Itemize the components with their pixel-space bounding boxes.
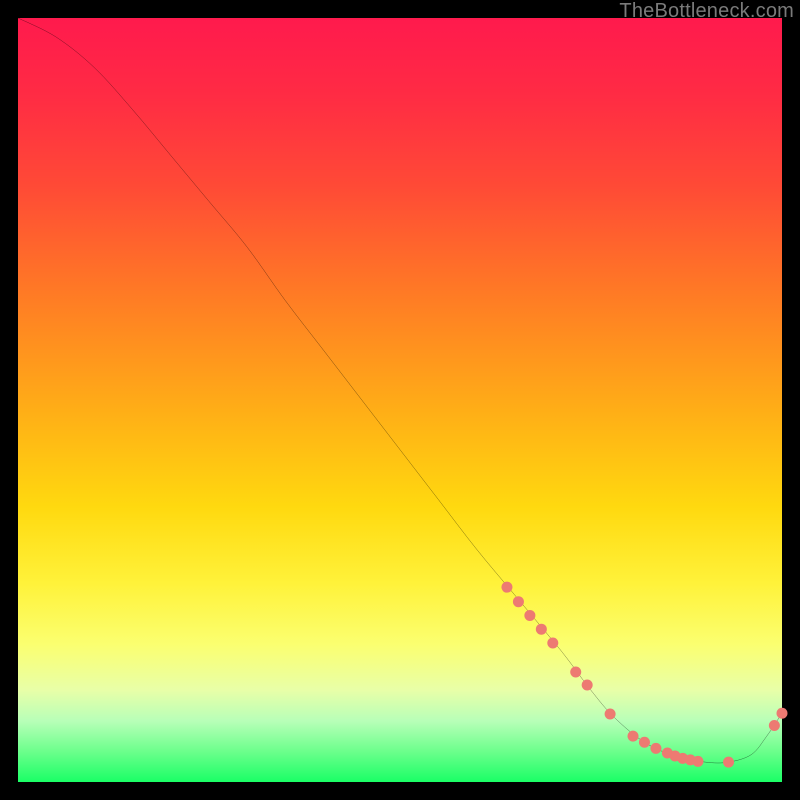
data-point — [639, 737, 650, 748]
data-point — [692, 756, 703, 767]
data-point — [536, 624, 547, 635]
data-point — [628, 731, 639, 742]
data-point — [605, 709, 616, 720]
data-point — [524, 610, 535, 621]
data-point — [777, 708, 788, 719]
data-point — [769, 720, 780, 731]
chart-svg — [18, 18, 782, 782]
data-point — [582, 679, 593, 690]
data-point — [501, 582, 512, 593]
data-point — [547, 637, 558, 648]
data-point — [723, 757, 734, 768]
data-point — [513, 596, 524, 607]
data-point — [650, 743, 661, 754]
data-point — [570, 666, 581, 677]
curve-path — [18, 18, 782, 763]
marker-group — [501, 582, 787, 768]
